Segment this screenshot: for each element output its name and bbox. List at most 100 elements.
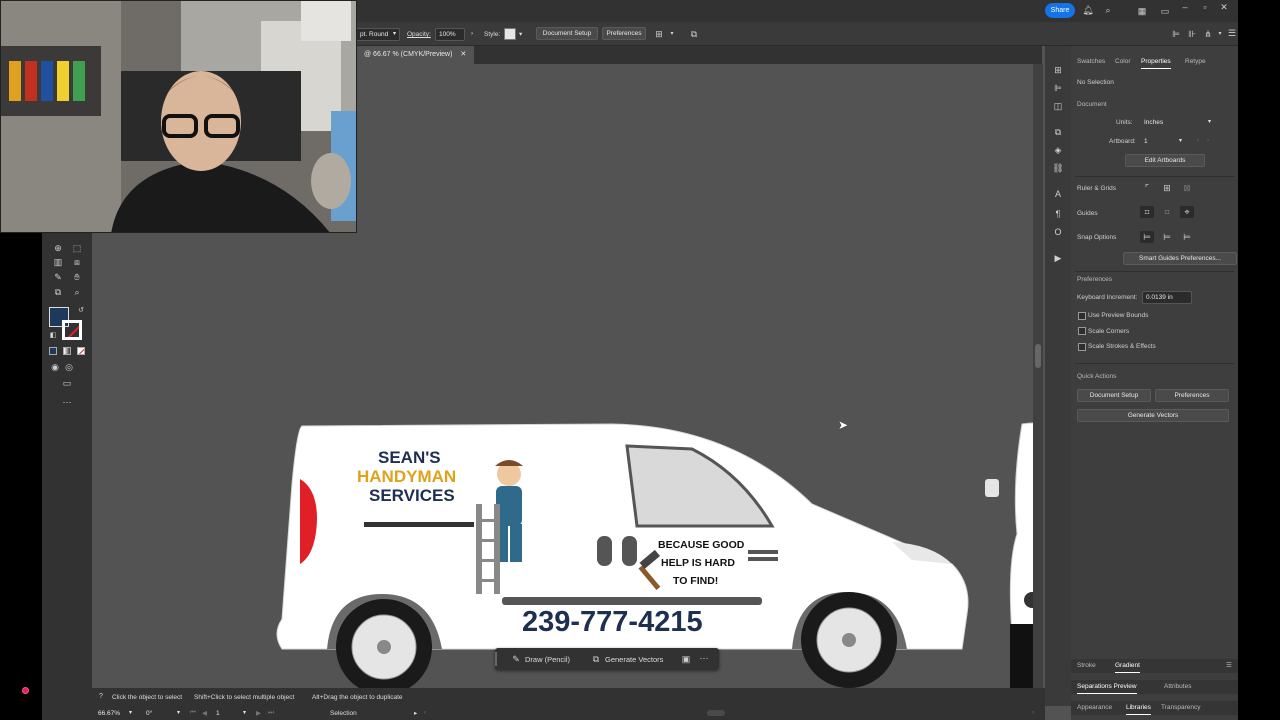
maximize-icon[interactable]: ▫ bbox=[1198, 1, 1212, 13]
qa-document-setup-button[interactable]: Document Setup bbox=[1077, 389, 1151, 402]
tab-attributes[interactable]: Attributes bbox=[1164, 679, 1191, 695]
tab-retype[interactable]: Retype bbox=[1185, 54, 1206, 70]
help-icon[interactable]: ? bbox=[94, 691, 108, 703]
align-panel-icon[interactable]: ⊫ bbox=[1051, 82, 1065, 94]
status-menu-icon[interactable]: ▸ bbox=[414, 709, 417, 717]
draw-normal-icon[interactable]: ◉ bbox=[48, 361, 62, 373]
hscroll-right-icon[interactable]: › bbox=[1032, 709, 1034, 716]
panel-menu-icon[interactable]: ☰ bbox=[1226, 658, 1232, 674]
first-artboard-icon[interactable]: ⏮ bbox=[190, 709, 196, 717]
graphic-style-swatch[interactable] bbox=[504, 28, 516, 40]
slice-tool-icon[interactable]: ⧉ bbox=[51, 286, 65, 298]
actions-panel-icon[interactable]: ▶ bbox=[1051, 252, 1065, 264]
artboard-nav-select[interactable]: 1 ▾ bbox=[212, 707, 250, 720]
artboards-panel-icon[interactable]: ⊞ bbox=[1051, 64, 1065, 76]
scale-corners-checkbox[interactable] bbox=[1078, 327, 1086, 335]
character-panel-icon[interactable]: A bbox=[1051, 188, 1065, 200]
smart-guides-preferences-button[interactable]: Smart Guides Preferences... bbox=[1123, 252, 1237, 265]
stroke-none-swatch[interactable] bbox=[62, 320, 82, 340]
gradient-mode-icon[interactable] bbox=[63, 347, 71, 355]
close-tab-icon[interactable]: ✕ bbox=[460, 51, 466, 58]
opacity-field[interactable]: 100% bbox=[435, 28, 465, 41]
qa-preferences-button[interactable]: Preferences bbox=[1155, 389, 1229, 402]
last-artboard-icon[interactable]: ⏭ bbox=[268, 709, 274, 717]
align-left-icon[interactable]: ⊫ bbox=[1169, 28, 1183, 40]
drag-handle[interactable] bbox=[495, 652, 497, 666]
live-paint-icon[interactable]: ⬚ bbox=[70, 242, 84, 254]
properties-panel-icon[interactable]: ◫ bbox=[1051, 100, 1065, 112]
scroll-thumb[interactable] bbox=[1035, 344, 1041, 368]
transform-icon[interactable]: ⧉ bbox=[687, 28, 701, 40]
swap-fill-stroke-icon[interactable]: ↺ bbox=[74, 305, 88, 317]
tab-gradient[interactable]: Gradient bbox=[1115, 658, 1140, 674]
transparency-grid-icon[interactable]: ⊠ bbox=[1180, 182, 1194, 194]
artboard-next-icon[interactable]: › bbox=[1207, 137, 1209, 144]
tab-swatches[interactable]: Swatches bbox=[1077, 54, 1105, 70]
zoom-select[interactable]: 66.67% ▾ bbox=[94, 707, 136, 720]
snap-to-glyph-icon[interactable]: ⊨ bbox=[1180, 231, 1194, 243]
document-setup-button[interactable]: Document Setup bbox=[536, 27, 598, 40]
graph-tool-icon[interactable]: ▥ bbox=[51, 256, 65, 268]
draw-behind-icon[interactable]: ◎ bbox=[62, 361, 76, 373]
opentype-panel-icon[interactable]: O bbox=[1051, 226, 1065, 238]
workspace-switcher-icon[interactable]: ▭ bbox=[1158, 5, 1172, 17]
edit-toolbar-icon[interactable]: ⋯ bbox=[60, 396, 74, 408]
smart-guides-icon[interactable]: ⌖ bbox=[1180, 206, 1194, 218]
edit-artboards-button[interactable]: Edit Artboards bbox=[1125, 154, 1205, 167]
eyedropper-icon[interactable]: ✎ bbox=[51, 271, 65, 283]
arrange-documents-icon[interactable]: ▦ bbox=[1135, 5, 1149, 17]
tab-appearance[interactable]: Appearance bbox=[1077, 700, 1112, 716]
stroke-profile-select[interactable]: pt. Round ▾ bbox=[356, 28, 400, 41]
draw-pencil-button[interactable]: Draw (Pencil) bbox=[525, 655, 570, 664]
show-guides-icon[interactable]: ⌗ bbox=[1140, 206, 1154, 218]
previous-artboard-icon[interactable]: ◀ bbox=[202, 709, 207, 717]
qa-generate-vectors-button[interactable]: Generate Vectors bbox=[1077, 409, 1229, 422]
tab-transparency[interactable]: Transparency bbox=[1161, 700, 1201, 716]
paragraph-panel-icon[interactable]: ¶ bbox=[1051, 208, 1065, 220]
tab-libraries[interactable]: Libraries bbox=[1126, 700, 1151, 716]
distribute-icon[interactable]: ⊪ bbox=[1185, 28, 1199, 40]
chevron-down-icon[interactable]: ▾ bbox=[519, 30, 522, 38]
opacity-label[interactable]: Opacity: bbox=[407, 31, 431, 38]
chevron-right-icon[interactable]: › bbox=[471, 30, 473, 37]
document-tab[interactable]: @ 66.67 % (CMYK/Preview) ✕ bbox=[356, 46, 475, 64]
notification-bell-icon[interactable]: 🔔︎ bbox=[1081, 4, 1095, 16]
units-select[interactable]: Inches ▾ bbox=[1140, 116, 1215, 129]
lock-guides-icon[interactable]: ⌗ bbox=[1160, 206, 1174, 218]
none-mode-icon[interactable] bbox=[77, 347, 85, 355]
horizontal-scroll-thumb[interactable] bbox=[707, 710, 725, 716]
default-colors-icon[interactable]: ◧ bbox=[46, 330, 60, 342]
hand-tool-icon[interactable]: ✋︎ bbox=[70, 271, 84, 283]
screen-mode-icon[interactable]: ▭ bbox=[60, 377, 74, 389]
grid-icon[interactable]: ⊞ bbox=[1160, 182, 1174, 194]
keyboard-increment-field[interactable]: 0.0139 in bbox=[1142, 291, 1192, 304]
chevron-down-icon[interactable]: ▾ bbox=[665, 28, 679, 40]
ruler-icon[interactable]: ⌜ bbox=[1140, 182, 1154, 194]
preferences-button[interactable]: Preferences bbox=[602, 27, 646, 40]
use-preview-bounds-checkbox[interactable] bbox=[1078, 312, 1086, 320]
tab-properties[interactable]: Properties bbox=[1141, 54, 1171, 70]
artboard-select[interactable]: 1 ▾ bbox=[1140, 135, 1186, 148]
tab-color[interactable]: Color bbox=[1115, 54, 1131, 70]
tab-stroke[interactable]: Stroke bbox=[1077, 658, 1096, 674]
scale-strokes-checkbox[interactable] bbox=[1078, 343, 1086, 351]
shape-builder-icon[interactable]: ⊕ bbox=[51, 242, 65, 254]
snap-to-point-icon[interactable]: ⊨ bbox=[1140, 231, 1154, 243]
tab-separations-preview[interactable]: Separations Preview bbox=[1077, 679, 1137, 695]
links-panel-icon[interactable]: ⛓ bbox=[1051, 162, 1065, 174]
pathfinder-panel-icon[interactable]: ⧉ bbox=[1051, 126, 1065, 138]
layers-panel-icon[interactable]: ◈ bbox=[1051, 144, 1065, 156]
panel-menu-icon[interactable]: ☰ bbox=[1225, 27, 1239, 39]
zoom-tool-icon[interactable]: ⌕ bbox=[70, 286, 84, 298]
image-icon[interactable]: ▣ bbox=[679, 653, 693, 665]
next-artboard-icon[interactable]: ▶ bbox=[256, 709, 261, 717]
artboard-tool-icon[interactable]: ⧈ bbox=[70, 256, 84, 268]
snap-to-pixel-icon[interactable]: ⊨ bbox=[1160, 231, 1174, 243]
search-icon[interactable]: ⌕ bbox=[1101, 4, 1115, 16]
more-options-icon[interactable]: ⋯ bbox=[697, 652, 711, 664]
artboard-prev-icon[interactable]: ‹ bbox=[1197, 137, 1199, 144]
share-button[interactable]: Share bbox=[1045, 3, 1075, 18]
color-mode-icon[interactable] bbox=[49, 347, 57, 355]
vertical-scrollbar[interactable] bbox=[1033, 64, 1043, 688]
rotation-select[interactable]: 0° ▾ bbox=[142, 707, 184, 720]
